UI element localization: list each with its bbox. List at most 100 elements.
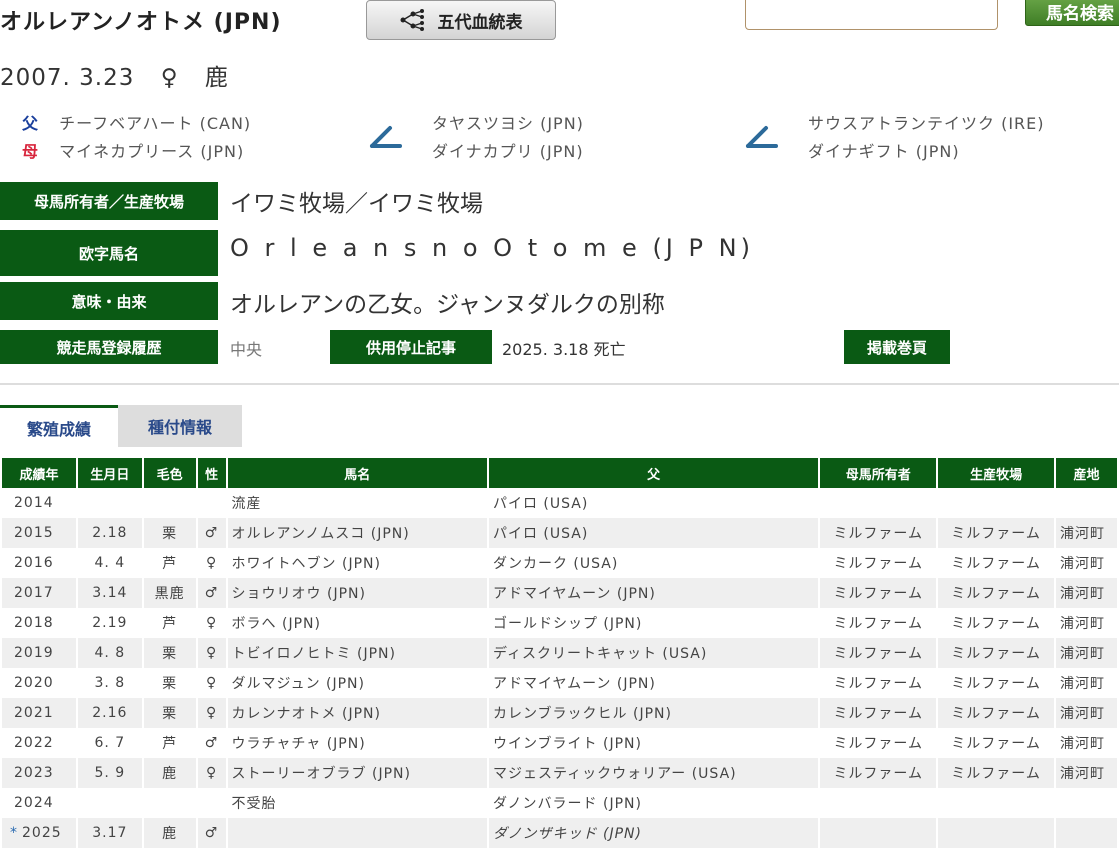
cell-horse-name[interactable]: ストーリーオブラブ (JPN) xyxy=(227,758,487,788)
page-reference-button[interactable]: 掲載巻頁 xyxy=(844,330,950,364)
cell-sire[interactable]: アドマイヤムーン (JPN) xyxy=(488,578,819,608)
sire-link[interactable]: チーフベアハート (CAN) xyxy=(59,114,251,133)
cell-coat: 栗 xyxy=(162,676,178,692)
cell-farm: ミルファーム xyxy=(938,638,1054,668)
angle-bracket-icon xyxy=(370,126,402,148)
owner-value: イワミ牧場／イワミ牧場 xyxy=(230,191,483,217)
header-sire[interactable]: 父 xyxy=(488,458,819,488)
cell-horse-name[interactable] xyxy=(227,818,487,848)
header-sex[interactable]: 性 xyxy=(197,458,226,488)
cell-farm: ミルファーム xyxy=(951,556,1041,572)
cell-birthdate: 3. 8 xyxy=(94,675,126,691)
cell-farm xyxy=(938,818,1054,848)
cell-horse-name[interactable]: 流産 xyxy=(228,488,487,518)
cell-sire[interactable]: ダンカーク (USA) xyxy=(489,548,818,578)
year-text: 2015 xyxy=(14,525,54,541)
cell-owner: ミルファーム xyxy=(833,676,924,692)
dam-tag: 母 xyxy=(22,142,40,161)
cell-owner xyxy=(820,788,936,818)
tab-covering-info[interactable]: 種付情報 xyxy=(118,405,242,447)
cell-sire[interactable]: ディスクリートキャット (USA) xyxy=(488,638,819,668)
cell-farm: ミルファーム xyxy=(951,676,1041,692)
meaning-label: 意味・由来 xyxy=(0,282,218,320)
cell-sire[interactable]: ウインブライト (JPN) xyxy=(489,728,818,758)
cell-year: 2015 xyxy=(2,518,76,548)
cell-sex xyxy=(198,488,226,518)
sire-sire-link[interactable]: タヤスツヨシ (JPN) xyxy=(432,110,584,134)
table-row: 2021 2.16 栗 ♀ カレンナオトメ (JPN) カレンブラックヒル (JPN) ミル… xyxy=(2,698,1117,728)
header-year[interactable]: 成績年 xyxy=(2,458,76,488)
header-birthdate[interactable]: 生月日 xyxy=(77,458,142,488)
birth-date: 2007. 3.23 xyxy=(0,65,135,91)
cell-sex: ♀ xyxy=(197,758,226,788)
cell-birthdate: 2.18 xyxy=(77,518,142,548)
table-row: 2023 5. 9 鹿 ♀ ストーリーオブラブ (JPN) マジェスティックウォリアー (… xyxy=(2,758,1117,788)
cell-sire[interactable]: パイロ (USA) xyxy=(488,518,819,548)
cell-place xyxy=(1056,818,1117,848)
table-row: 2024 不受胎 ダノンバラード (JPN) xyxy=(2,788,1117,818)
horse-search-input[interactable] xyxy=(745,0,998,30)
cell-horse-name[interactable]: ショウリオウ (JPN) xyxy=(227,578,487,608)
breeding-results-table: 成績年 生月日 毛色 性 馬名 父 母馬所有者 生産牧場 産地 2014 流産 パイ… xyxy=(0,458,1119,848)
header-name[interactable]: 馬名 xyxy=(227,458,487,488)
tab-breeding-results[interactable]: 繁殖成績 xyxy=(0,405,118,447)
cell-birthdate: 6. 7 xyxy=(94,735,126,751)
pedigree-button[interactable]: 五代血統表 xyxy=(366,0,556,40)
cell-sire[interactable]: ゴールドシップ (JPN) xyxy=(489,608,818,638)
table-row: 2016 4. 4 芦 ♀ ホワイトヘブン (JPN) ダンカーク (USA) ミルファーム… xyxy=(2,548,1117,578)
cell-coat xyxy=(144,488,196,518)
cell-horse-name[interactable]: カレンナオトメ (JPN) xyxy=(227,698,487,728)
cell-sire[interactable]: ダノンザキッド (JPN) xyxy=(488,818,819,848)
cell-coat: 栗 xyxy=(143,518,196,548)
sire-dam-link[interactable]: ダイナカプリ (JPN) xyxy=(432,138,584,162)
cell-sire[interactable]: ダノンバラード (JPN) xyxy=(489,788,818,818)
coat-color: 鹿 xyxy=(204,65,229,91)
year-text: 2018 xyxy=(14,615,54,631)
dam-link[interactable]: マイネカプリース (JPN) xyxy=(59,142,244,161)
cell-place: 浦河町 xyxy=(1060,736,1105,752)
horse-name-title: オルレアンノオトメ (JPN) xyxy=(0,10,282,35)
table-row: 2014 流産 パイロ (USA) xyxy=(2,488,1117,518)
cell-farm: ミルファーム xyxy=(938,758,1054,788)
retire-article-button[interactable]: 供用停止記事 xyxy=(330,330,492,364)
cell-sire[interactable]: カレンブラックヒル (JPN) xyxy=(488,698,819,728)
estimate-marker: * xyxy=(10,825,18,841)
header-farm[interactable]: 生産牧場 xyxy=(938,458,1054,488)
cell-sire[interactable]: マジェスティックウォリアー (USA) xyxy=(488,758,819,788)
cell-place: 浦河町 xyxy=(1056,518,1117,548)
year-text: 2016 xyxy=(14,555,54,571)
dam-dam-link[interactable]: ダイナギフト (JPN) xyxy=(808,138,960,162)
cell-owner: ミルファーム xyxy=(820,698,937,728)
cell-owner xyxy=(820,488,936,518)
cell-year: 2024 xyxy=(2,788,76,818)
header-coat[interactable]: 毛色 xyxy=(143,458,196,488)
horse-search-button[interactable]: 馬名検索 xyxy=(1025,0,1119,26)
cell-horse-name[interactable]: ホワイトヘブン (JPN) xyxy=(228,548,487,578)
cell-farm xyxy=(938,788,1054,818)
cell-farm: ミルファーム xyxy=(951,736,1041,752)
cell-horse-name[interactable]: トビイロノヒトミ (JPN) xyxy=(227,638,487,668)
header-place[interactable]: 産地 xyxy=(1056,458,1117,488)
cell-owner: ミルファーム xyxy=(833,556,924,572)
dam-sire-link[interactable]: サウスアトランテイツク (IRE) xyxy=(808,110,1045,134)
cell-horse-name[interactable]: 不受胎 xyxy=(228,788,487,818)
cell-horse-name[interactable]: ウラチャチャ (JPN) xyxy=(228,728,487,758)
cell-birthdate: 3.17 xyxy=(77,818,142,848)
cell-sex: ♀ xyxy=(205,555,218,571)
cell-sire[interactable]: アドマイヤムーン (JPN) xyxy=(489,668,818,698)
cell-horse-name[interactable]: ボラへ (JPN) xyxy=(228,608,487,638)
table-row: 2017 3.14 黒鹿 ♂ ショウリオウ (JPN) アドマイヤムーン (JPN) ミルフ… xyxy=(2,578,1117,608)
cell-sex: ♀ xyxy=(197,698,226,728)
cell-place: 浦河町 xyxy=(1060,616,1105,632)
cell-horse-name[interactable]: ダルマジュン (JPN) xyxy=(228,668,487,698)
year-text: 2014 xyxy=(14,495,54,511)
cell-sex: ♂ xyxy=(204,735,219,751)
cell-horse-name[interactable]: オルレアンノムスコ (JPN) xyxy=(227,518,487,548)
angle-bracket-icon xyxy=(746,126,778,148)
year-text: 2022 xyxy=(14,735,54,751)
cell-owner: ミルファーム xyxy=(820,578,937,608)
cell-sire[interactable]: パイロ (USA) xyxy=(489,488,818,518)
header-owner[interactable]: 母馬所有者 xyxy=(820,458,937,488)
retire-date: 2025. 3.18 死亡 xyxy=(502,340,626,359)
table-row: 2015 2.18 栗 ♂ オルレアンノムスコ (JPN) パイロ (USA) ミルファーム… xyxy=(2,518,1117,548)
